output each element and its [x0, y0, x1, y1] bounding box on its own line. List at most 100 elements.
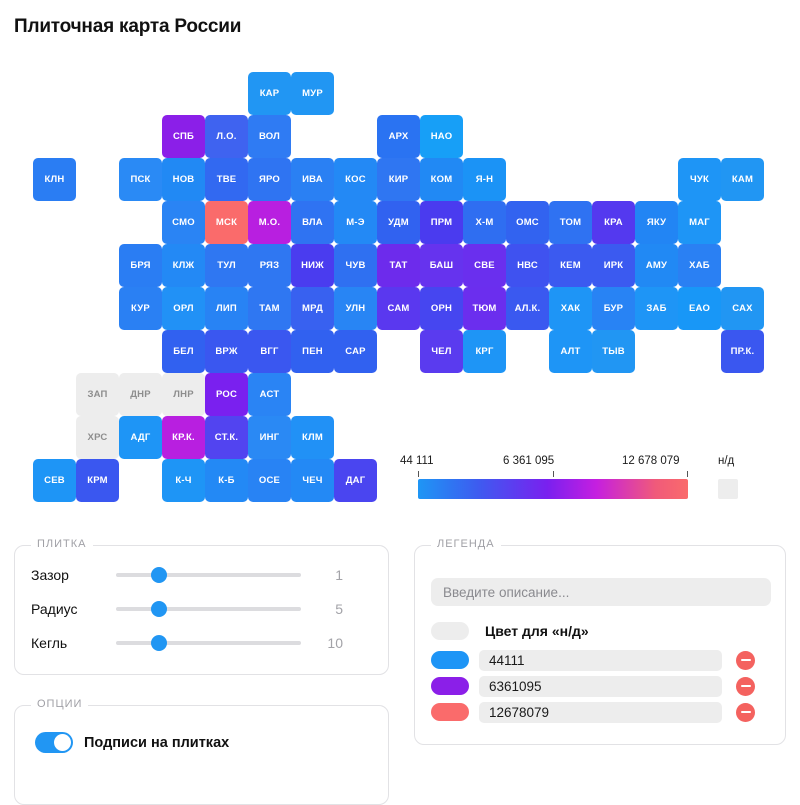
legend-item-swatch[interactable]	[431, 703, 469, 721]
map-tile[interactable]: СПБ	[162, 115, 205, 158]
legend-row-nd[interactable]: Цвет для «н/д»	[431, 619, 771, 643]
slider-thumb-fontsize[interactable]	[151, 635, 167, 651]
map-tile[interactable]: АДГ	[119, 416, 162, 459]
slider-row-fontsize[interactable]: Кегль 10	[31, 630, 376, 656]
remove-legend-item-button[interactable]	[736, 650, 755, 670]
map-tile[interactable]: ТАТ	[377, 244, 420, 287]
map-tile[interactable]: НИЖ	[291, 244, 334, 287]
map-tile[interactable]: ИВА	[291, 158, 334, 201]
map-tile[interactable]: КАР	[248, 72, 291, 115]
map-tile[interactable]: ТУЛ	[205, 244, 248, 287]
map-tile[interactable]: ЯКУ	[635, 201, 678, 244]
slider-row-gap[interactable]: Зазор 1	[31, 562, 376, 588]
map-tile[interactable]: ЕАО	[678, 287, 721, 330]
map-tile[interactable]: НОВ	[162, 158, 205, 201]
map-tile[interactable]: КРГ	[463, 330, 506, 373]
map-tile[interactable]: БУР	[592, 287, 635, 330]
map-tile[interactable]: ТЮМ	[463, 287, 506, 330]
legend-item-row[interactable]: 44111	[431, 648, 771, 672]
map-tile[interactable]: КЕМ	[549, 244, 592, 287]
map-tile[interactable]: ИРК	[592, 244, 635, 287]
legend-item-value[interactable]: 44111	[479, 649, 722, 671]
map-tile[interactable]: УДМ	[377, 201, 420, 244]
map-tile[interactable]: АЛ.К.	[506, 287, 549, 330]
map-tile[interactable]: АМУ	[635, 244, 678, 287]
map-tile[interactable]: МРД	[291, 287, 334, 330]
map-tile[interactable]: КЛН	[33, 158, 76, 201]
legend-item-swatch[interactable]	[431, 677, 469, 695]
map-tile[interactable]: Л.О.	[205, 115, 248, 158]
slider-track-gap[interactable]	[116, 567, 301, 583]
map-tile[interactable]: НАО	[420, 115, 463, 158]
map-tile[interactable]: ДНР	[119, 373, 162, 416]
map-tile[interactable]: ЗАП	[76, 373, 119, 416]
slider-track-fontsize[interactable]	[116, 635, 301, 651]
map-tile[interactable]: ЗАБ	[635, 287, 678, 330]
tile-labels-toggle[interactable]	[35, 732, 73, 753]
map-tile[interactable]: УЛН	[334, 287, 377, 330]
map-tile[interactable]: КУР	[119, 287, 162, 330]
map-tile[interactable]: ЧУВ	[334, 244, 377, 287]
map-tile[interactable]: БЕЛ	[162, 330, 205, 373]
option-row-tile-labels[interactable]: Подписи на плитках	[35, 732, 229, 753]
map-tile[interactable]: ЧЕЧ	[291, 459, 334, 502]
map-tile[interactable]: НВС	[506, 244, 549, 287]
map-tile[interactable]: ЧУК	[678, 158, 721, 201]
map-tile[interactable]: КЛМ	[291, 416, 334, 459]
map-tile[interactable]: КЛЖ	[162, 244, 205, 287]
map-tile[interactable]: БРЯ	[119, 244, 162, 287]
map-tile[interactable]: ВГГ	[248, 330, 291, 373]
map-tile[interactable]: СВЕ	[463, 244, 506, 287]
map-tile[interactable]: ИНГ	[248, 416, 291, 459]
map-tile[interactable]: ХРС	[76, 416, 119, 459]
map-tile[interactable]: САХ	[721, 287, 764, 330]
map-tile[interactable]: ОСЕ	[248, 459, 291, 502]
map-tile[interactable]: КРА	[592, 201, 635, 244]
map-tile[interactable]: ТВЕ	[205, 158, 248, 201]
map-tile[interactable]: ПЕН	[291, 330, 334, 373]
map-tile[interactable]: САМ	[377, 287, 420, 330]
map-tile[interactable]: КР.К.	[162, 416, 205, 459]
map-tile[interactable]: М-Э	[334, 201, 377, 244]
map-tile[interactable]: АСТ	[248, 373, 291, 416]
map-tile[interactable]: ОМС	[506, 201, 549, 244]
map-tile[interactable]: ПРМ	[420, 201, 463, 244]
map-tile[interactable]: СЕВ	[33, 459, 76, 502]
legend-item-value[interactable]: 6361095	[479, 675, 722, 697]
map-tile[interactable]: АРХ	[377, 115, 420, 158]
map-tile[interactable]: ЯРО	[248, 158, 291, 201]
map-tile[interactable]: АЛТ	[549, 330, 592, 373]
remove-legend-item-button[interactable]	[736, 702, 755, 722]
map-tile[interactable]: ТОМ	[549, 201, 592, 244]
legend-item-row[interactable]: 6361095	[431, 674, 771, 698]
legend-item-swatch[interactable]	[431, 651, 469, 669]
map-tile[interactable]: КИР	[377, 158, 420, 201]
map-tile[interactable]: РЯЗ	[248, 244, 291, 287]
map-tile[interactable]: БАШ	[420, 244, 463, 287]
slider-row-radius[interactable]: Радиус 5	[31, 596, 376, 622]
legend-swatch-nd[interactable]	[431, 622, 469, 640]
map-tile[interactable]: МАГ	[678, 201, 721, 244]
map-tile[interactable]: ТАМ	[248, 287, 291, 330]
map-tile[interactable]: ПР.К.	[721, 330, 764, 373]
legend-item-row[interactable]: 12678079	[431, 700, 771, 724]
map-tile[interactable]: ОРН	[420, 287, 463, 330]
map-tile[interactable]: ЧЕЛ	[420, 330, 463, 373]
map-tile[interactable]: ХАК	[549, 287, 592, 330]
map-tile[interactable]: ПСК	[119, 158, 162, 201]
map-tile[interactable]: ТЫВ	[592, 330, 635, 373]
slider-thumb-radius[interactable]	[151, 601, 167, 617]
legend-item-value[interactable]: 12678079	[479, 701, 722, 723]
map-tile[interactable]: ВЛА	[291, 201, 334, 244]
map-tile[interactable]: ХАБ	[678, 244, 721, 287]
map-tile[interactable]: ЛИП	[205, 287, 248, 330]
map-tile[interactable]: ДАГ	[334, 459, 377, 502]
map-tile[interactable]: МУР	[291, 72, 334, 115]
map-tile[interactable]: МСК	[205, 201, 248, 244]
map-tile[interactable]: СМО	[162, 201, 205, 244]
map-tile[interactable]: КОМ	[420, 158, 463, 201]
map-tile[interactable]: К-Б	[205, 459, 248, 502]
map-tile[interactable]: КОС	[334, 158, 377, 201]
map-tile[interactable]: Х-М	[463, 201, 506, 244]
map-tile[interactable]: КАМ	[721, 158, 764, 201]
